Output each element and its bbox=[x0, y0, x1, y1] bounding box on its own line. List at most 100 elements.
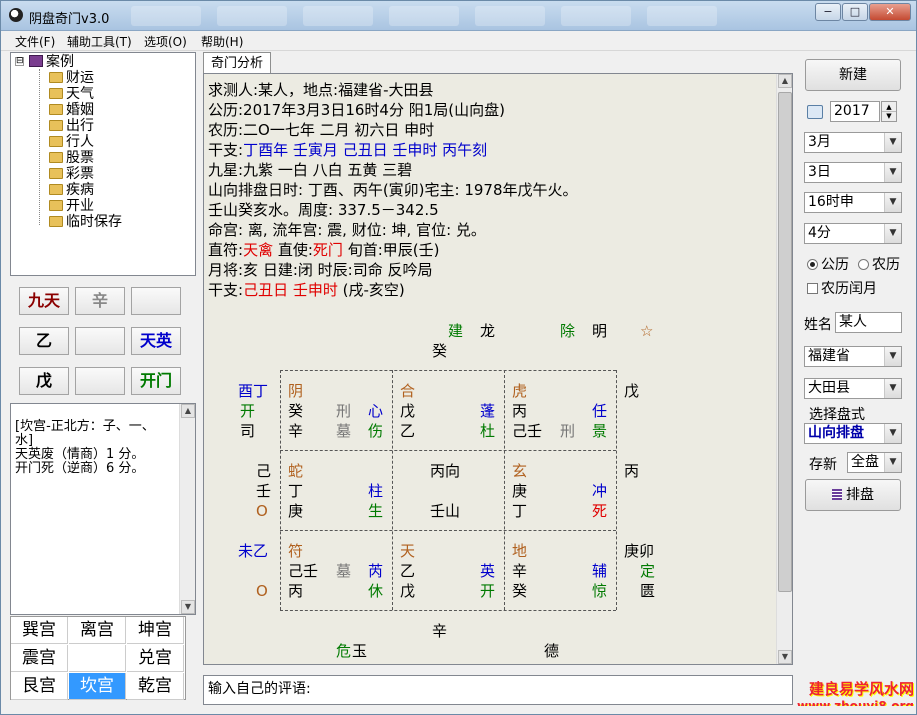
chevron-down-icon[interactable]: ▼ bbox=[884, 379, 901, 398]
side-right-bot-1: 庚卯 bbox=[624, 542, 655, 560]
quick-btn-8[interactable] bbox=[75, 367, 125, 395]
side-left-mid-2: 壬 bbox=[256, 482, 272, 500]
menu-help[interactable]: 帮助(H) bbox=[201, 33, 243, 50]
palace-center[interactable] bbox=[69, 645, 126, 672]
line-lunar: 农历:二O一七年 二月 初六日 申时 bbox=[208, 121, 435, 139]
scroll-up-icon[interactable]: ▲ bbox=[181, 404, 195, 418]
quick-btn-2[interactable]: 辛 bbox=[75, 287, 125, 315]
quick-btn-4[interactable]: 乙 bbox=[19, 327, 69, 355]
chevron-down-icon[interactable]: ▼ bbox=[884, 224, 901, 243]
close-button[interactable]: ✕ bbox=[869, 3, 911, 21]
chart-top-long: 龙 bbox=[480, 322, 496, 340]
new-button[interactable]: 新建 bbox=[805, 59, 901, 91]
menu-options[interactable]: 选项(O) bbox=[144, 33, 187, 50]
tree-root[interactable]: 案例 bbox=[29, 54, 74, 70]
analysis-panel[interactable]: 求测人:某人，地点:福建省-大田县 公历:2017年3月3日16时4分 阳1局(… bbox=[203, 73, 793, 665]
quick-btn-5[interactable] bbox=[75, 327, 125, 355]
side-right-bot-2: 定 bbox=[640, 562, 656, 580]
tree-item[interactable]: 彩票 bbox=[49, 166, 94, 182]
p1-door: 伤 bbox=[368, 422, 384, 440]
chevron-down-icon[interactable]: ▼ bbox=[884, 163, 901, 182]
scroll-up-icon[interactable]: ▲ bbox=[778, 74, 792, 88]
folder-icon bbox=[49, 72, 63, 83]
tree-item[interactable]: 股票 bbox=[49, 150, 94, 166]
tree-item[interactable]: 疾病 bbox=[49, 182, 94, 198]
palace-gen[interactable]: 艮宫 bbox=[11, 673, 68, 700]
side-left-mid-1: 己 bbox=[256, 462, 272, 480]
p3-state: 刑 bbox=[560, 422, 576, 440]
p7-state: 墓 bbox=[336, 562, 352, 580]
tab-qimen-analysis[interactable]: 奇门分析 bbox=[203, 52, 271, 74]
p3-earth: 己壬 bbox=[512, 422, 543, 440]
yinyang-icon bbox=[9, 8, 23, 22]
spin-up-icon[interactable]: ▲ bbox=[882, 102, 896, 112]
tree-item[interactable]: 行人 bbox=[49, 134, 94, 150]
radio-lunar[interactable]: 农历 bbox=[858, 254, 900, 274]
tree-collapse-toggle[interactable]: ⊟ bbox=[15, 57, 24, 66]
ghost-tab bbox=[389, 6, 459, 26]
palace-xun[interactable]: 巽宫 bbox=[11, 617, 68, 644]
palace-li[interactable]: 离宫 bbox=[69, 617, 126, 644]
palace-zhen[interactable]: 震宫 bbox=[11, 645, 68, 672]
title-bar[interactable]: 阴盘奇门v3.0 − □ ✕ bbox=[1, 1, 916, 31]
maximize-button[interactable]: □ bbox=[842, 3, 868, 21]
p9-earth: 癸 bbox=[512, 582, 528, 600]
tree-item[interactable]: 财运 bbox=[49, 70, 94, 86]
chevron-down-icon[interactable]: ▼ bbox=[884, 347, 901, 366]
scroll-down-icon[interactable]: ▼ bbox=[181, 600, 195, 614]
palace-qian[interactable]: 乾宫 bbox=[127, 673, 184, 700]
chevron-down-icon[interactable]: ▼ bbox=[884, 133, 901, 152]
side-left-mid-3: O bbox=[256, 502, 268, 520]
quick-btn-1[interactable]: 九天 bbox=[19, 287, 69, 315]
province-select[interactable]: 福建省 ▼ bbox=[804, 346, 902, 367]
palace-dui[interactable]: 兑宫 bbox=[127, 645, 184, 672]
chevron-down-icon[interactable]: ▼ bbox=[884, 193, 901, 212]
year-input[interactable]: 2017 bbox=[830, 101, 880, 122]
chevron-down-icon[interactable]: ▼ bbox=[884, 453, 901, 472]
radio-checked-icon[interactable] bbox=[807, 259, 818, 270]
save-mode-select[interactable]: 全盘 ▼ bbox=[847, 452, 902, 473]
tree-item[interactable]: 临时保存 bbox=[49, 214, 122, 230]
menu-file[interactable]: 文件(F) bbox=[15, 33, 55, 50]
year-spinner[interactable]: ▲ ▼ bbox=[881, 101, 897, 122]
name-input[interactable]: 某人 bbox=[835, 312, 902, 333]
chevron-down-icon[interactable]: ▼ bbox=[884, 424, 901, 443]
palace-info-panel[interactable]: [坎宫-正北方：子、一、 水] 天英废（情商）1 分。 开门死（逆商）6 分。 … bbox=[10, 403, 196, 615]
palace-selector: 巽宫 离宫 坤宫 震宫 兑宫 艮宫 坎宫 乾宫 bbox=[10, 616, 186, 700]
p3-star: 任 bbox=[592, 402, 608, 420]
tree-item[interactable]: 出行 bbox=[49, 118, 94, 134]
hour-select[interactable]: 16时申 ▼ bbox=[804, 192, 902, 213]
county-select[interactable]: 大田县 ▼ bbox=[804, 378, 902, 399]
checkbox-icon[interactable] bbox=[807, 283, 818, 294]
scroll-down-icon[interactable]: ▼ bbox=[778, 650, 792, 664]
info-scrollbar[interactable]: ▲ ▼ bbox=[179, 404, 195, 614]
quick-btn-6[interactable]: 天英 bbox=[131, 327, 181, 355]
quick-btn-3[interactable] bbox=[131, 287, 181, 315]
grid-line bbox=[616, 370, 617, 610]
grid-line bbox=[280, 370, 281, 610]
minute-select[interactable]: 4分 ▼ bbox=[804, 223, 902, 244]
minimize-button[interactable]: − bbox=[815, 3, 841, 21]
comment-input[interactable]: 输入自己的评语: bbox=[203, 675, 793, 705]
p7-stem: 己壬 bbox=[288, 562, 319, 580]
pai-pan-button[interactable]: 排盘 bbox=[805, 479, 901, 511]
spin-down-icon[interactable]: ▼ bbox=[882, 112, 896, 121]
radio-solar[interactable]: 公历 bbox=[807, 254, 849, 274]
palace-kan[interactable]: 坎宫 bbox=[69, 673, 126, 700]
leap-month-checkbox[interactable]: 农历闰月 bbox=[807, 278, 877, 298]
pan-select[interactable]: 山向排盘 ▼ bbox=[804, 423, 902, 444]
grid-line bbox=[504, 370, 505, 610]
tree-item[interactable]: 天气 bbox=[49, 86, 94, 102]
day-select[interactable]: 3日 ▼ bbox=[804, 162, 902, 183]
tree-item[interactable]: 开业 bbox=[49, 198, 94, 214]
quick-btn-9[interactable]: 开门 bbox=[131, 367, 181, 395]
month-select[interactable]: 3月 ▼ bbox=[804, 132, 902, 153]
analysis-scrollbar[interactable]: ▲ ▼ bbox=[776, 74, 792, 664]
scroll-thumb[interactable] bbox=[778, 92, 792, 592]
radio-unchecked-icon[interactable] bbox=[858, 259, 869, 270]
calendar-icon[interactable] bbox=[807, 105, 823, 119]
tree-item[interactable]: 婚姻 bbox=[49, 102, 94, 118]
quick-btn-7[interactable]: 戊 bbox=[19, 367, 69, 395]
palace-kun[interactable]: 坤宫 bbox=[127, 617, 184, 644]
menu-tools[interactable]: 辅助工具(T) bbox=[67, 33, 132, 50]
